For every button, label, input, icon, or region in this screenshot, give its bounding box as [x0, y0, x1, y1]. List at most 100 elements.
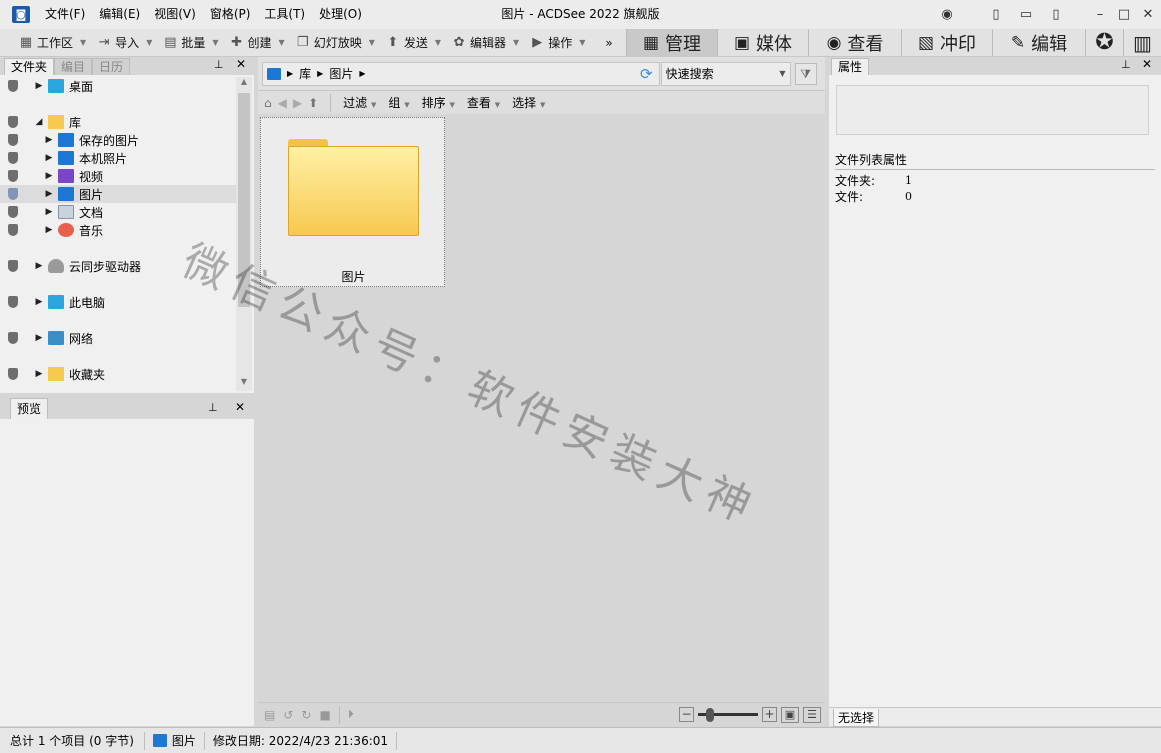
tab-no-selection[interactable]: 无选择 [833, 709, 880, 727]
pin-icon[interactable] [8, 134, 18, 146]
maximize-icon[interactable]: □ [1111, 0, 1137, 29]
batch-button[interactable]: ▤ 批量 ▼ [158, 29, 222, 57]
menu-edit[interactable]: 编辑(E) [92, 0, 147, 29]
refresh-icon[interactable]: ⟳ [640, 65, 653, 83]
expand-arrow-icon[interactable]: ▶ [35, 297, 43, 307]
scroll-thumb[interactable] [238, 93, 250, 307]
tree-item-videos[interactable]: ▶ 视频 [8, 167, 103, 185]
slideshow-button[interactable]: ❐ 幻灯放映 ▼ [291, 29, 379, 57]
menu-pane[interactable]: 窗格(P) [203, 0, 258, 29]
chevron-down-icon[interactable]: ▼ [779, 69, 785, 78]
tree-item-music[interactable]: ▶ 音乐 [8, 221, 103, 239]
up-icon[interactable]: ⬆ [308, 96, 318, 110]
rotate-left-icon[interactable]: ↺ [283, 708, 293, 722]
close-pane-icon[interactable]: ✕ [236, 57, 246, 71]
back-icon[interactable]: ◀ [278, 96, 287, 110]
details-view-icon[interactable]: ☰ [803, 706, 821, 723]
tree-item-pictures[interactable]: ▶ 图片 [0, 185, 236, 203]
mode-media-tab[interactable]: ▣ 媒体 [717, 29, 808, 56]
slider-handle[interactable] [706, 707, 714, 722]
expand-arrow-icon[interactable]: ▶ [45, 171, 53, 181]
pin-icon[interactable] [8, 332, 18, 344]
mode-manage-tab[interactable]: ▦ 管理 [626, 29, 717, 56]
tree-item-saved-pictures[interactable]: ▶ 保存的图片 [8, 131, 139, 149]
quick-search-input[interactable]: 快速搜索 ▼ [660, 61, 791, 86]
import-button[interactable]: ⇥ 导入 ▼ [92, 29, 156, 57]
pin-icon[interactable] [8, 188, 18, 200]
zoom-out-icon[interactable]: − [679, 707, 694, 722]
pin-icon[interactable] [8, 80, 18, 92]
right-panel-toggle-icon[interactable]: ▯ [1043, 0, 1069, 29]
pin-icon[interactable]: ⊥ [208, 401, 218, 414]
folder-tree-scrollbar[interactable]: ▲ ▼ [236, 77, 252, 391]
expand-arrow-icon[interactable]: ▶ [35, 81, 43, 91]
expand-arrow-icon[interactable]: ▶ [35, 369, 43, 379]
rotate-right-icon[interactable]: ↻ [301, 708, 311, 722]
close-icon[interactable]: ✕ [1135, 0, 1161, 29]
breadcrumb-pictures[interactable]: 图片 [329, 65, 353, 82]
mode-edit-tab[interactable]: ✎ 编辑 [992, 29, 1085, 56]
workspace-button[interactable]: ▦ 工作区 ▼ [14, 29, 90, 57]
tree-item-cloud-drive[interactable]: ▶ 云同步驱动器 [8, 257, 141, 275]
tree-item-favorites[interactable]: ▶ 收藏夹 [8, 365, 105, 383]
group-menu[interactable]: 组 ▼ [388, 94, 409, 111]
pin-icon[interactable] [8, 296, 18, 308]
tab-calendar[interactable]: 日历 [92, 57, 131, 75]
editor-button[interactable]: ✿ 编辑器 ▼ [447, 29, 523, 57]
select-menu[interactable]: 选择 ▼ [512, 94, 545, 111]
create-button[interactable]: ✚ 创建 ▼ [225, 29, 289, 57]
tab-folders[interactable]: 文件夹 [4, 57, 55, 75]
close-pane-icon[interactable]: ✕ [235, 400, 245, 414]
expand-arrow-icon[interactable]: ▶ [45, 153, 53, 163]
left-panel-toggle-icon[interactable]: ▯ [983, 0, 1009, 29]
sort-menu[interactable]: 排序 ▼ [422, 94, 455, 111]
filter-funnel-icon[interactable]: ⧩ [794, 62, 817, 85]
pin-icon[interactable] [8, 260, 18, 272]
tree-item-network[interactable]: ▶ 网络 [8, 329, 93, 347]
delete-icon[interactable]: ■ [319, 708, 330, 722]
menu-tools[interactable]: 工具(T) [257, 0, 312, 29]
app-icon[interactable]: ◙ [12, 6, 30, 23]
pin-icon[interactable]: ⊥ [1121, 58, 1131, 71]
expand-arrow-icon[interactable]: ▶ [45, 135, 53, 145]
more-tools-button[interactable]: » [601, 29, 616, 57]
tab-preview[interactable]: 预览 [10, 397, 49, 419]
mode-view-tab[interactable]: ◉ 查看 [808, 29, 901, 56]
tree-item-this-pc[interactable]: ▶ 此电脑 [8, 293, 105, 311]
breadcrumb-library[interactable]: 库 [299, 65, 311, 82]
mode-365-tab[interactable]: ✪ [1085, 29, 1123, 56]
play-icon[interactable]: ⏵ [348, 707, 354, 722]
mode-dashboard-tab[interactable]: ▥ [1123, 29, 1161, 56]
thumbnail-view-icon[interactable]: ▣ [781, 706, 799, 723]
zoom-in-icon[interactable]: + [762, 707, 777, 722]
close-pane-icon[interactable]: ✕ [1142, 57, 1152, 71]
save-icon[interactable]: ▤ [264, 708, 275, 722]
expand-arrow-icon[interactable]: ▶ [45, 189, 53, 199]
account-icon[interactable]: ◉ [934, 0, 960, 29]
tree-item-desktop[interactable]: ▶ 桌面 [8, 77, 93, 95]
mode-develop-tab[interactable]: ▧ 冲印 [901, 29, 992, 56]
expand-arrow-icon[interactable]: ▶ [35, 333, 43, 343]
tree-item-documents[interactable]: ▶ 文档 [8, 203, 103, 221]
menu-process[interactable]: 处理(O) [312, 0, 369, 29]
scroll-down-icon[interactable]: ▼ [236, 377, 252, 391]
minimize-icon[interactable]: – [1087, 0, 1113, 29]
pin-icon[interactable] [8, 368, 18, 380]
pin-icon[interactable] [8, 116, 18, 128]
menu-view[interactable]: 视图(V) [147, 0, 203, 29]
forward-icon[interactable]: ▶ [293, 96, 302, 110]
view-menu[interactable]: 查看 ▼ [467, 94, 500, 111]
send-button[interactable]: ⬆ 发送 ▼ [381, 29, 445, 57]
tree-item-library[interactable]: ◢ 库 [8, 113, 81, 131]
pin-icon[interactable] [8, 206, 18, 218]
actions-button[interactable]: ▶ 操作 ▼ [525, 29, 589, 57]
collapse-arrow-icon[interactable]: ◢ [35, 117, 43, 127]
filter-menu[interactable]: 过滤 ▼ [343, 94, 376, 111]
pin-icon[interactable] [8, 170, 18, 182]
menu-file[interactable]: 文件(F) [38, 0, 92, 29]
expand-arrow-icon[interactable]: ▶ [45, 225, 53, 235]
expand-arrow-icon[interactable]: ▶ [35, 261, 43, 271]
bottom-panel-toggle-icon[interactable]: ▭ [1013, 0, 1039, 29]
tab-properties[interactable]: 属性 [831, 57, 870, 75]
pin-icon[interactable] [8, 224, 18, 236]
